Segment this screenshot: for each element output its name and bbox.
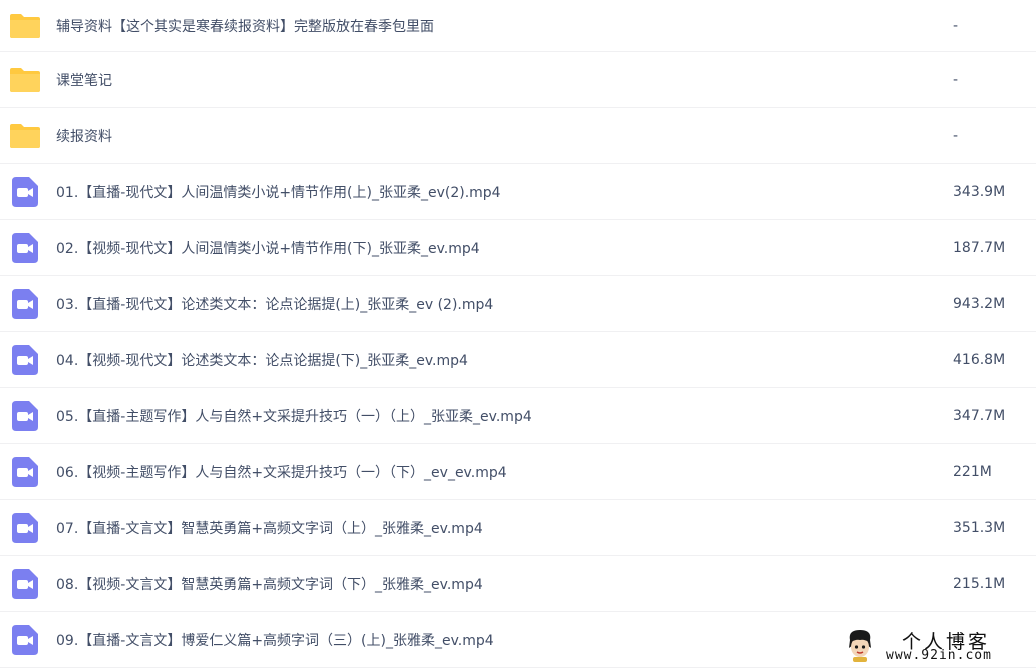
file-name[interactable]: 课堂笔记 [56, 70, 112, 90]
file-name[interactable]: 续报资料 [56, 126, 112, 146]
file-size: 943.2M [953, 295, 1006, 312]
file-name[interactable]: 03.【直播-现代文】论述类文本：论点论据提(上)_张亚柔_ev (2).mp4 [56, 294, 493, 314]
video-file-icon [9, 400, 41, 432]
file-row[interactable]: 04.【视频-现代文】论述类文本：论点论据提(下)_张亚柔_ev.mp4 416… [0, 332, 1036, 388]
folder-icon [9, 120, 41, 152]
folder-icon [9, 64, 41, 96]
file-size: 215.1M [953, 575, 1006, 592]
file-list: 辅导资料【这个其实是寒春续报资料】完整版放在春季包里面 - 课堂笔记 - 续报资… [0, 0, 1036, 668]
file-size: 187.7M [953, 239, 1006, 256]
folder-icon [9, 10, 41, 42]
file-size: 343.9M [953, 183, 1006, 200]
video-file-icon [9, 232, 41, 264]
video-file-icon [9, 456, 41, 488]
file-row[interactable]: 05.【直播-主题写作】人与自然+文采提升技巧（一）（上）_张亚柔_ev.mp4… [0, 388, 1036, 444]
file-size: - [953, 71, 959, 88]
file-row[interactable]: 02.【视频-现代文】人间温情类小说+情节作用(下)_张亚柔_ev.mp4 18… [0, 220, 1036, 276]
video-file-icon [9, 568, 41, 600]
blog-watermark: 个人博客 www.92in.com [842, 626, 1032, 666]
file-row[interactable]: 01.【直播-现代文】人间温情类小说+情节作用(上)_张亚柔_ev(2).mp4… [0, 164, 1036, 220]
file-row[interactable]: 06.【视频-主题写作】人与自然+文采提升技巧（一）（下）_ev_ev.mp4 … [0, 444, 1036, 500]
file-size: 221M [953, 463, 992, 480]
file-size: - [953, 127, 959, 144]
file-name[interactable]: 06.【视频-主题写作】人与自然+文采提升技巧（一）（下）_ev_ev.mp4 [56, 462, 507, 482]
file-row[interactable]: 续报资料 - [0, 108, 1036, 164]
video-file-icon [9, 288, 41, 320]
file-name[interactable]: 07.【直播-文言文】智慧英勇篇+高频文字词（上）_张雅柔_ev.mp4 [56, 518, 483, 538]
file-row[interactable]: 辅导资料【这个其实是寒春续报资料】完整版放在春季包里面 - [0, 0, 1036, 52]
video-file-icon [9, 512, 41, 544]
file-name[interactable]: 04.【视频-现代文】论述类文本：论点论据提(下)_张亚柔_ev.mp4 [56, 350, 468, 370]
file-name[interactable]: 05.【直播-主题写作】人与自然+文采提升技巧（一）（上）_张亚柔_ev.mp4 [56, 406, 532, 426]
file-size: - [953, 17, 959, 34]
cartoon-avatar-icon [844, 628, 876, 662]
file-row[interactable]: 07.【直播-文言文】智慧英勇篇+高频文字词（上）_张雅柔_ev.mp4 351… [0, 500, 1036, 556]
file-row[interactable]: 03.【直播-现代文】论述类文本：论点论据提(上)_张亚柔_ev (2).mp4… [0, 276, 1036, 332]
file-row[interactable]: 课堂笔记 - [0, 52, 1036, 108]
file-name[interactable]: 02.【视频-现代文】人间温情类小说+情节作用(下)_张亚柔_ev.mp4 [56, 238, 480, 258]
file-size: 347.7M [953, 407, 1006, 424]
watermark-url: www.92in.com [886, 648, 992, 663]
video-file-icon [9, 344, 41, 376]
file-name[interactable]: 辅导资料【这个其实是寒春续报资料】完整版放在春季包里面 [56, 16, 434, 36]
video-file-icon [9, 624, 41, 656]
video-file-icon [9, 176, 41, 208]
file-size: 416.8M [953, 351, 1006, 368]
file-name[interactable]: 08.【视频-文言文】智慧英勇篇+高频文字词（下）_张雅柔_ev.mp4 [56, 574, 483, 594]
file-size: 351.3M [953, 519, 1006, 536]
file-name[interactable]: 09.【直播-文言文】博爱仁义篇+高频字词（三）(上)_张雅柔_ev.mp4 [56, 630, 494, 650]
file-name[interactable]: 01.【直播-现代文】人间温情类小说+情节作用(上)_张亚柔_ev(2).mp4 [56, 182, 501, 202]
file-row[interactable]: 08.【视频-文言文】智慧英勇篇+高频文字词（下）_张雅柔_ev.mp4 215… [0, 556, 1036, 612]
